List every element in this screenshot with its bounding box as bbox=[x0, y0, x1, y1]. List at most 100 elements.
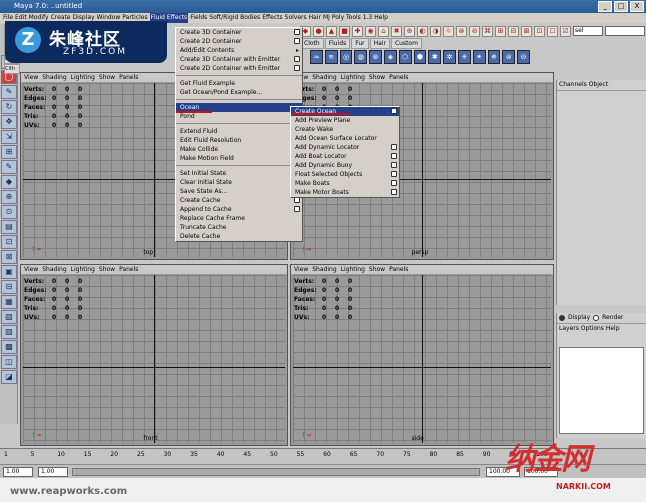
shelf-icon[interactable]: ✳ bbox=[457, 50, 471, 64]
viewport-menu-item[interactable]: Shading bbox=[42, 265, 66, 274]
shelf-icon[interactable]: ◈ bbox=[383, 50, 397, 64]
status-tool-icon[interactable]: ☑ bbox=[560, 25, 571, 37]
option-box-icon[interactable] bbox=[391, 171, 397, 177]
status-tool-icon[interactable]: ■ bbox=[339, 25, 350, 37]
display-radio[interactable] bbox=[559, 315, 565, 321]
viewport-side[interactable]: View Shading Lighting Show Panels Verts: 0 0 0 Ed… bbox=[290, 264, 554, 446]
menu-item[interactable]: Replace Cache Frame bbox=[176, 214, 302, 223]
viewport-menu-item[interactable]: Lighting bbox=[341, 265, 365, 274]
viewport-menu-item[interactable]: Lighting bbox=[71, 73, 95, 82]
viewport-front[interactable]: View Shading Lighting Show Panels Verts: 0 0 0 Ed… bbox=[20, 264, 288, 446]
shelf-icon[interactable]: ✱ bbox=[428, 50, 442, 64]
shelf-icon[interactable]: ⬡ bbox=[398, 50, 412, 64]
status-tool-icon[interactable]: ⊟ bbox=[508, 25, 519, 37]
menu-item[interactable]: Delete Cache bbox=[176, 232, 302, 241]
option-box-icon[interactable] bbox=[391, 162, 397, 168]
menu-item[interactable]: Pond▸ bbox=[176, 112, 302, 121]
viewport-menu-item[interactable]: Shading bbox=[312, 73, 336, 82]
viewport-menu-item[interactable]: View bbox=[294, 265, 308, 274]
close-button[interactable]: X bbox=[630, 1, 644, 12]
selection-mode-select[interactable]: sel bbox=[573, 26, 603, 36]
shelf-icon[interactable]: ✵ bbox=[487, 50, 501, 64]
tool-icon[interactable]: ✥ bbox=[1, 115, 17, 129]
menu-item[interactable]: Add Dynamic Locator bbox=[291, 143, 399, 152]
status-tool-icon[interactable]: ✖ bbox=[391, 25, 402, 37]
viewport-menu-item[interactable]: View bbox=[24, 73, 38, 82]
status-tool-icon[interactable]: ⊡ bbox=[534, 25, 545, 37]
menu-10[interactable]: Effects bbox=[262, 13, 282, 23]
tool-icon[interactable]: ▤ bbox=[1, 220, 17, 234]
menu-item[interactable]: Make Motor Boats bbox=[291, 188, 399, 197]
menu-item[interactable]: Add/Edit Contents ▸ bbox=[176, 46, 302, 55]
viewport-menu-item[interactable]: Panels bbox=[119, 73, 138, 82]
menu-item[interactable]: Create 2D Container with Emitter bbox=[176, 64, 302, 73]
tool-icon[interactable]: ⊠ bbox=[1, 250, 17, 264]
viewport-menu-item[interactable]: Panels bbox=[389, 265, 408, 274]
tool-icon[interactable]: ⊕ bbox=[1, 190, 17, 204]
render-radio[interactable] bbox=[593, 315, 600, 321]
menu-item[interactable]: Add Preview Plane bbox=[291, 116, 399, 125]
option-box-icon[interactable] bbox=[294, 206, 300, 212]
menu-13[interactable]: MJ Poly Tools 1.3 bbox=[323, 13, 372, 23]
maximize-button[interactable]: □ bbox=[614, 1, 628, 12]
status-tool-icon[interactable]: ☐ bbox=[547, 25, 558, 37]
viewport-menu-item[interactable]: Shading bbox=[312, 265, 336, 274]
menu-item[interactable]: Create 2D Container bbox=[176, 37, 302, 46]
menu-item[interactable]: Create 3D Container with Emitter bbox=[176, 55, 302, 64]
status-tool-icon[interactable]: ☼ bbox=[443, 25, 454, 37]
viewport-menu-item[interactable]: Panels bbox=[389, 73, 408, 82]
option-box-icon[interactable] bbox=[391, 189, 397, 195]
menu-item[interactable]: Clear Initial State bbox=[176, 178, 302, 187]
tool-icon[interactable]: ▩ bbox=[1, 340, 17, 354]
status-tool-icon[interactable]: ◉ bbox=[365, 25, 376, 37]
menu-8[interactable]: Fields bbox=[190, 13, 207, 23]
shelf-tab-0[interactable]: Cloth bbox=[300, 38, 324, 49]
status-tool-icon[interactable]: ◑ bbox=[430, 25, 441, 37]
menu-item[interactable]: Set Initial State bbox=[176, 169, 302, 178]
tool-icon[interactable]: ✎ bbox=[1, 85, 17, 99]
status-tool-icon[interactable]: ⊗ bbox=[456, 25, 467, 37]
tool-icon[interactable]: ▨ bbox=[1, 325, 17, 339]
status-tool-icon[interactable]: ⌘ bbox=[482, 25, 493, 37]
layers-menu[interactable]: Layers Options Help bbox=[557, 323, 646, 334]
tool-icon[interactable]: ✎ bbox=[1, 160, 17, 174]
menu-item[interactable]: Append to Cache bbox=[176, 205, 302, 214]
range-slider-bar[interactable] bbox=[72, 468, 480, 476]
tool-icon[interactable]: ⇲ bbox=[1, 130, 17, 144]
input-field[interactable] bbox=[605, 26, 645, 36]
status-tool-icon[interactable]: ● bbox=[313, 25, 324, 37]
status-tool-icon[interactable]: ⊘ bbox=[469, 25, 480, 37]
status-tool-icon[interactable]: ◐ bbox=[417, 25, 428, 37]
status-tool-icon[interactable]: ⊠ bbox=[521, 25, 532, 37]
shelf-tab-1[interactable]: Fluids bbox=[324, 38, 351, 49]
option-box-icon[interactable] bbox=[294, 38, 300, 44]
shelf-icon[interactable]: ◎ bbox=[339, 50, 353, 64]
option-box-icon[interactable] bbox=[294, 65, 300, 71]
shelf-icon[interactable]: ⊜ bbox=[502, 50, 516, 64]
tool-icon[interactable]: ▣ bbox=[1, 265, 17, 279]
viewport-menu-item[interactable]: Lighting bbox=[341, 73, 365, 82]
menu-11[interactable]: Solvers bbox=[285, 13, 307, 23]
viewport-menu-item[interactable]: Show bbox=[369, 73, 385, 82]
menu-item[interactable]: Get Ocean/Pond Example... bbox=[176, 88, 302, 97]
option-box-icon[interactable] bbox=[391, 180, 397, 186]
shelf-icon[interactable]: ⊛ bbox=[369, 50, 382, 64]
menu-item[interactable]: Get Fluid Example bbox=[176, 79, 302, 88]
menu-item[interactable]: Make Collide bbox=[176, 145, 302, 154]
shelf-tab-3[interactable]: Hair bbox=[369, 38, 390, 49]
menu-item[interactable]: Save State As... bbox=[176, 187, 302, 196]
shelf-icon[interactable]: ◍ bbox=[354, 50, 368, 64]
menu-item[interactable]: Add Ocean Surface Locator bbox=[291, 134, 399, 143]
shelf-tab-2[interactable]: Fur bbox=[351, 38, 369, 49]
menu-item[interactable]: Float Selected Objects bbox=[291, 170, 399, 179]
tool-icon[interactable]: ⊟ bbox=[1, 280, 17, 294]
menu-12[interactable]: Hair bbox=[309, 13, 321, 23]
viewport-menu-item[interactable]: Show bbox=[369, 265, 385, 274]
menu-item[interactable]: Make Boats bbox=[291, 179, 399, 188]
minimize-button[interactable]: _ bbox=[598, 1, 612, 12]
shelf-icon[interactable]: ≈ bbox=[310, 50, 323, 64]
menu-item[interactable]: Create Cache bbox=[176, 196, 302, 205]
status-tool-icon[interactable]: ✚ bbox=[352, 25, 363, 37]
start-time-field[interactable]: 1.00 bbox=[3, 467, 33, 477]
tool-icon[interactable]: ⊡ bbox=[1, 235, 17, 249]
